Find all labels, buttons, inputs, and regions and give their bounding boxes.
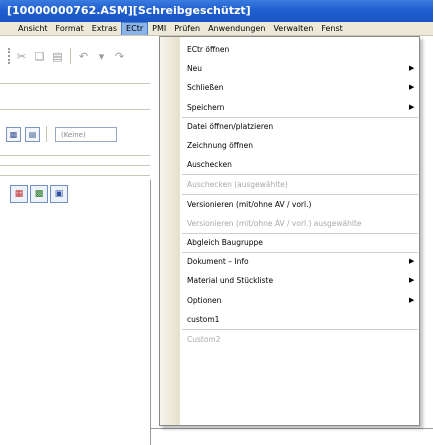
paste-icon[interactable]: ▤ [50,49,65,64]
menu-item-label: custom1 [187,314,220,324]
menu-item-versionieren[interactable]: Versionieren (mit/ohne AV / vorl.) [181,196,419,212]
menu-item-label: Optionen [187,295,222,305]
toolbar-grip[interactable] [8,48,11,64]
toolbar-separator [46,126,47,142]
menu-extras[interactable]: Extras [88,22,121,35]
redo-icon[interactable]: ↷ [112,49,127,64]
menu-gutter [160,37,180,425]
ectr-dropdown-menu: ECtr öffnen Neu ▶ Schließen ▶ Speichern … [159,36,420,426]
menu-pruefen[interactable]: Prüfen [170,22,204,35]
menu-item-label: Auschecken [187,159,232,169]
menu-item-schliessen[interactable]: Schließen ▶ [181,79,419,95]
menu-item-label: Material und Stückliste [187,275,274,285]
divider [0,109,150,110]
layer-icon[interactable]: ▩ [6,126,21,142]
menu-ansicht[interactable]: Ansicht [0,22,52,35]
menu-anwendungen[interactable]: Anwendungen [204,22,269,35]
menu-item-label: ECtr öffnen [187,44,230,54]
display-icon[interactable]: ▣ [50,185,68,203]
menu-item-label: Auschecken (ausgewählte) [187,179,288,189]
menu-item-neu[interactable]: Neu ▶ [181,60,419,76]
layer-settings-icon[interactable]: ▤ [25,126,40,142]
menu-item-optionen[interactable]: Optionen ▶ [181,292,419,308]
menu-ectr[interactable]: ECtr [121,22,149,35]
menu-verwalten[interactable]: Verwalten [269,22,317,35]
menu-item-auschecken-ausgewaehlte[interactable]: Auschecken (ausgewählte) [181,176,419,192]
menu-item-zeichnung-oeffnen[interactable]: Zeichnung öffnen [181,137,419,153]
menu-item-label: Versionieren (mit/ohne AV / vorl.) ausge… [187,218,362,228]
menu-pmi[interactable]: PMI [148,22,170,35]
menu-fenster[interactable]: Fenst [317,22,346,35]
divider [0,155,150,156]
menu-item-label: Datei öffnen/platzieren [187,121,274,131]
menu-item-ectr-oeffnen[interactable]: ECtr öffnen [181,41,419,57]
submenu-arrow-icon: ▶ [409,83,415,91]
divider [0,83,150,84]
frame-border [150,180,158,445]
menu-separator [182,194,418,195]
menu-item-label: Dokument – Info [187,256,249,266]
dropdown-arrow-icon[interactable]: ▾ [94,49,109,64]
menu-item-material-stueckliste[interactable]: Material und Stückliste ▶ [181,272,419,288]
submenu-arrow-icon: ▶ [409,103,415,111]
menu-format[interactable]: Format [52,22,88,35]
menu-item-custom2[interactable]: Custom2 [181,331,419,347]
menu-item-versionieren-ausgewaehlte[interactable]: Versionieren (mit/ohne AV / vorl.) ausge… [181,215,419,231]
divider [0,175,150,176]
filter-toolbar: ▩ ▤ (Keine) [6,125,151,143]
menu-item-label: Schließen [187,82,224,92]
cut-icon[interactable]: ✂ [14,49,29,64]
left-toolbar-area: ✂ ❏ ▤ ↶ ▾ ↷ ▩ ▤ (Keine) ▦ ▩ ▣ [0,37,158,445]
frame-border [150,428,433,429]
menu-item-label: Neu [187,63,202,73]
palette-icon[interactable]: ▩ [30,185,48,203]
toolbar-separator [70,48,71,64]
standard-toolbar: ✂ ❏ ▤ ↶ ▾ ↷ [0,45,150,67]
submenu-arrow-icon: ▶ [409,296,415,304]
color-grid-icon[interactable]: ▦ [10,185,28,203]
menu-item-auschecken[interactable]: Auschecken [181,156,419,172]
menu-item-speichern[interactable]: Speichern ▶ [181,99,419,115]
menu-item-abgleich-baugruppe[interactable]: Abgleich Baugruppe [181,234,419,250]
divider [0,165,150,166]
menu-item-datei-oeffnen[interactable]: Datei öffnen/platzieren [181,118,419,134]
menu-item-label: Versionieren (mit/ohne AV / vorl.) [187,199,312,209]
menu-item-label: Zeichnung öffnen [187,140,253,150]
menu-item-dokument-info[interactable]: Dokument – Info ▶ [181,253,419,269]
filter-select[interactable]: (Keine) [55,126,117,142]
view-toolbar: ▦ ▩ ▣ [10,183,150,205]
submenu-arrow-icon: ▶ [409,64,415,72]
menu-separator [182,329,418,330]
window-title: [10000000762.ASM][Schreibgeschützt] [0,0,433,22]
undo-icon[interactable]: ↶ [76,49,91,64]
copy-icon[interactable]: ❏ [32,49,47,64]
menu-item-label: Custom2 [187,334,221,344]
menu-item-label: Speichern [187,102,225,112]
menu-item-custom1[interactable]: custom1 [181,311,419,327]
menu-item-label: Abgleich Baugruppe [187,237,263,247]
submenu-arrow-icon: ▶ [409,276,415,284]
menu-bar: Ansicht Format Extras ECtr PMI Prüfen An… [0,22,433,36]
menu-separator [182,174,418,175]
submenu-arrow-icon: ▶ [409,257,415,265]
